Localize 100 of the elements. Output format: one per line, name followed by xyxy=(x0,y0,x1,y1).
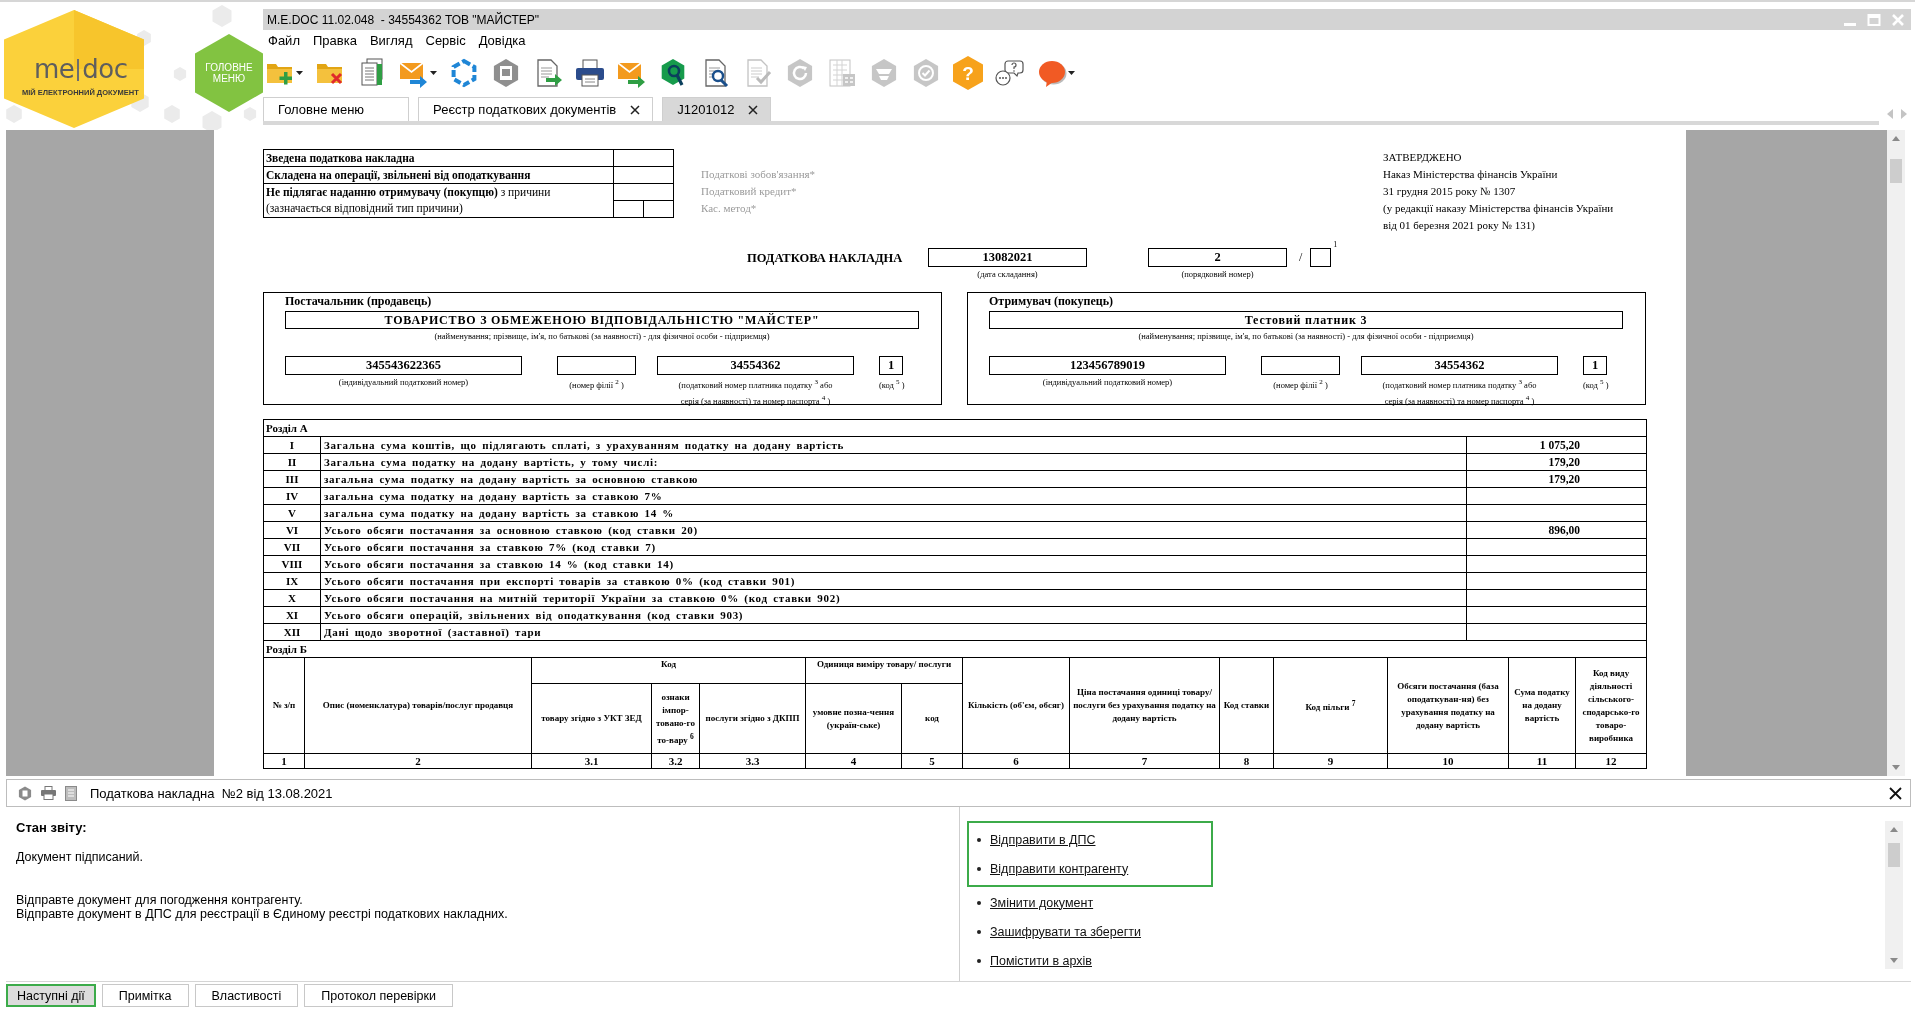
input-field[interactable] xyxy=(643,200,674,218)
column-number: 4 xyxy=(805,753,902,769)
menu-item[interactable]: Правка xyxy=(312,33,357,48)
input-field[interactable]: ТОВАРИСТВО З ОБМЕЖЕНОЮ ВІДПОВІДАЛЬНІСТЮ "МАЙСТЕР" xyxy=(285,311,919,329)
input-field[interactable] xyxy=(613,200,644,218)
input-field[interactable]: Тестовий платник 3 xyxy=(989,311,1623,329)
action-link[interactable]: Змінити документ xyxy=(990,895,1094,910)
printer-icon[interactable] xyxy=(41,786,56,800)
vertical-scrollbar[interactable] xyxy=(1887,130,1905,776)
row-number: II xyxy=(263,453,321,471)
document-icon[interactable] xyxy=(65,785,77,801)
separator-text: / xyxy=(1299,249,1303,266)
column-number: 3.2 xyxy=(651,753,700,769)
approval-line: (у редакції наказу Міністерства фінансів України xyxy=(1383,201,1615,216)
row-number: XI xyxy=(263,606,321,624)
tab[interactable]: Наступні дії xyxy=(6,984,96,1007)
form-note: (зазначається відповідний тип причини) xyxy=(266,201,464,216)
form-label: Податковий кредит* xyxy=(701,184,798,199)
hexagon-icon[interactable] xyxy=(18,785,32,801)
tab[interactable]: J1201012 xyxy=(662,97,772,121)
logo-hexagon-icon xyxy=(4,10,144,128)
table-cell: загальна сума податку на додану вартість за ставкою 14 % xyxy=(320,504,1467,522)
tab[interactable]: Протокол перевірки xyxy=(304,984,453,1007)
form-label: Зведена податкова накладна xyxy=(266,152,415,164)
field-caption: (найменування; прізвище, ім'я, по батькові (за наявності) - для фізичної особи - підприємця) xyxy=(1137,331,1475,342)
close-icon[interactable] xyxy=(748,104,759,115)
row-number: X xyxy=(263,589,321,607)
column-header: Код xyxy=(531,657,806,684)
row-number: I xyxy=(263,436,321,454)
row-number: XII xyxy=(263,623,321,641)
table-cell: 896,00 xyxy=(1466,521,1647,539)
status-heading: Стан звіту: xyxy=(16,820,88,836)
field-caption: (код $^{5}$ ) xyxy=(879,377,905,391)
column-header: умовне позна-чення (україн-ське) xyxy=(805,683,902,754)
menu-item[interactable]: Вигляд xyxy=(369,33,413,48)
table-cell: Усього обсяги постачання на митній території України за ставкою 0% (код ставки 902) xyxy=(320,589,1467,607)
close-icon[interactable] xyxy=(630,104,641,115)
input-field[interactable]: 1 xyxy=(1583,356,1607,375)
action-link[interactable]: Зашифрувати та зберегти xyxy=(990,924,1141,939)
input-field[interactable]: 1 xyxy=(879,356,903,375)
tab[interactable]: Властивості xyxy=(194,984,299,1007)
message-text: Відправте документ для погодження контрагенту. xyxy=(16,893,304,907)
table-cell: Усього обсяги постачання за ставкою 14 % (код ставки 14) xyxy=(320,555,1467,573)
table-cell: Усього обсяги операцій, звільнених від оподаткування (код ставки 903) xyxy=(320,606,1467,624)
table-cell: Усього обсяги постачання за основною ставкою (код ставки 20) xyxy=(320,521,1467,539)
column-header: Код виду діяльності сільського-сподарсько-го товаро-виробника xyxy=(1575,657,1647,754)
section-title: Розділ Б xyxy=(266,643,307,655)
menu-item[interactable]: Файл xyxy=(268,33,300,48)
column-header: послуги згідно з ДКПП xyxy=(699,683,806,754)
input-field[interactable]: 123456789019 xyxy=(989,356,1226,375)
column-number: 7 xyxy=(1069,753,1220,769)
table-cell: 1 075,20 xyxy=(1466,436,1647,454)
input-field[interactable] xyxy=(557,356,636,375)
input-field[interactable] xyxy=(613,166,674,184)
dashed-hexagon-icon xyxy=(449,58,479,88)
approval-line: Наказ Міністерства фінансів України xyxy=(1383,167,1559,182)
column-number: 12 xyxy=(1575,753,1647,769)
column-header: Опис (номенклатура) товарів/послуг продавця xyxy=(304,657,532,754)
toolbar-button[interactable] xyxy=(575,56,605,90)
row-number: IV xyxy=(263,487,321,505)
input-field[interactable]: 34554362 xyxy=(657,356,854,375)
caret-left-icon[interactable] xyxy=(1887,109,1893,119)
action-link[interactable]: Відправити в ДПС xyxy=(990,832,1096,847)
column-header: Код пільги $^{7}$ xyxy=(1273,657,1388,754)
action-link[interactable]: Відправити контрагенту xyxy=(990,861,1129,876)
field-caption: (код $^{5}$ ) xyxy=(1583,377,1609,391)
input-field[interactable] xyxy=(1261,356,1340,375)
menu-item[interactable]: Довідка xyxy=(478,33,526,48)
field-caption: (найменування; прізвище, ім'я, по батькові (за наявності) - для фізичної особи - підприємця) xyxy=(433,331,771,342)
field-caption: (номер філії $^{2}$ ) xyxy=(1273,377,1328,391)
tab[interactable]: Реєстр податкових документів xyxy=(418,97,654,121)
row-number: VII xyxy=(263,538,321,556)
table-cell: 179,20 xyxy=(1466,453,1647,471)
tab[interactable]: Головне меню xyxy=(263,97,410,121)
menu-item[interactable]: Сервіс xyxy=(425,33,466,48)
column-number: 2 xyxy=(304,753,532,769)
tab[interactable]: Примітка xyxy=(101,984,189,1007)
field-caption: (індивідуальний податковий номер) xyxy=(1042,377,1173,388)
action-link[interactable]: Помістити в архів xyxy=(990,953,1092,968)
input-field[interactable]: 2 xyxy=(1148,248,1287,267)
input-field[interactable]: 345543622365 xyxy=(285,356,522,375)
row-number: VI xyxy=(263,521,321,539)
approval-line: 31 грудня 2015 року № 1307 xyxy=(1383,184,1517,199)
row-number: V xyxy=(263,504,321,522)
input-field[interactable] xyxy=(613,149,674,167)
form-label: Складена на операції, звільнені від оподаткування xyxy=(266,169,531,181)
column-number: 8 xyxy=(1219,753,1274,769)
table-cell: 179,20 xyxy=(1466,470,1647,488)
column-number: 11 xyxy=(1508,753,1576,769)
input-field[interactable]: 34554362 xyxy=(1361,356,1558,375)
input-field[interactable] xyxy=(613,183,674,201)
vertical-scrollbar[interactable] xyxy=(1885,821,1903,969)
input-field[interactable]: 13082021 xyxy=(928,248,1087,267)
input-field[interactable] xyxy=(1310,248,1332,267)
table-cell: Загальна сума податку на додану вартість, у тому числі: xyxy=(320,453,1467,471)
caret-right-icon[interactable] xyxy=(1901,109,1907,119)
footnote-mark: 1 xyxy=(1333,241,1338,249)
form-label: Кас. метод* xyxy=(701,201,758,216)
close-icon[interactable] xyxy=(1889,786,1902,800)
column-header: № з/п xyxy=(263,657,305,754)
